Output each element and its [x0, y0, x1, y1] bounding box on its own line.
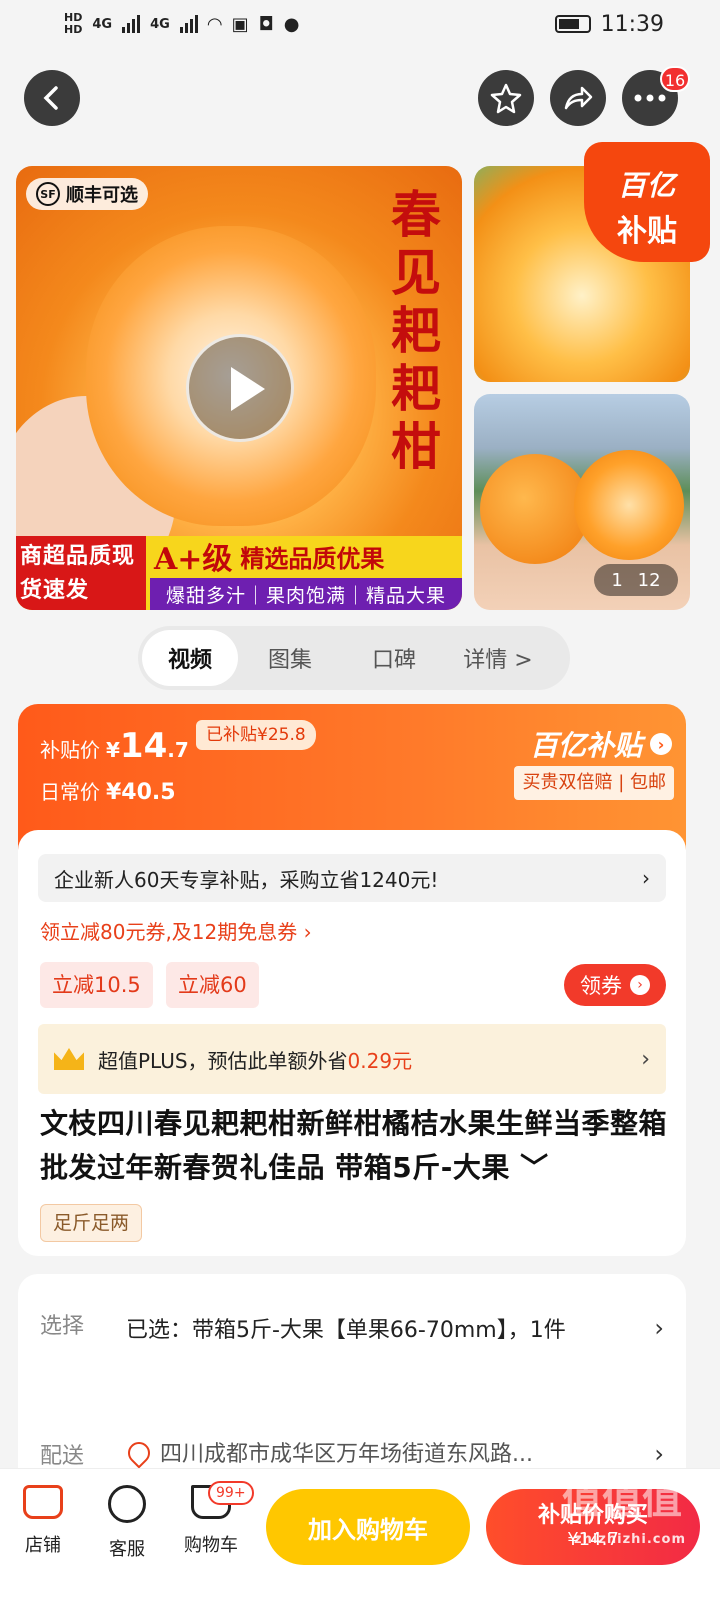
watermark-logo: 值值值 — [562, 1477, 682, 1523]
share-button[interactable] — [550, 70, 606, 126]
service-button[interactable]: 客服 — [92, 1485, 162, 1561]
subsidized-tag: 已补贴¥25.8 — [196, 720, 316, 750]
product-title[interactable]: 文枝四川春见耙耙柑新鲜柑橘桔水果生鲜当季整箱批发过年新春贺礼佳品 带箱5斤-大果… — [40, 1102, 670, 1190]
banner-left: 商超品质现货速发 — [16, 536, 146, 610]
subsidy-badge: 百亿 补贴 — [584, 142, 710, 262]
image-counter: 1 12 — [594, 564, 678, 596]
tab-reviews[interactable]: 口碑 — [342, 630, 446, 686]
discount-chip: 立减60 — [166, 962, 259, 1008]
star-icon — [490, 83, 522, 114]
clock: 11:39 — [600, 11, 664, 37]
cart-count-badge: 99+ — [208, 1481, 254, 1505]
price-promise: 买贵双倍赔 | 包邮 — [514, 766, 674, 800]
sf-express-badge: SF 顺丰可选 — [26, 178, 148, 210]
tab-video[interactable]: 视频 — [142, 630, 238, 686]
bottom-bar: 店铺 客服 购物车 99+ 加入购物车 补贴价购买 ¥14.7 值值值 zhiz… — [0, 1468, 720, 1600]
watermark: zhizhizhi.com — [574, 1532, 686, 1547]
network-label-2: 4G — [150, 16, 170, 32]
get-coupon-button[interactable]: 领券 › — [564, 964, 666, 1006]
gift-icon: ▣ — [231, 13, 249, 35]
tab-gallery[interactable]: 图集 — [238, 630, 342, 686]
chevron-right-icon: › — [642, 866, 650, 890]
buy-now-button[interactable]: 补贴价购买 ¥14.7 值值值 zhizhizhi.com — [486, 1477, 700, 1565]
store-button[interactable]: 店铺 — [8, 1485, 78, 1557]
back-button[interactable] — [24, 70, 80, 126]
battery-icon — [554, 15, 591, 33]
add-to-cart-button[interactable]: 加入购物车 — [266, 1489, 470, 1565]
delivery-address[interactable]: 四川成都市成华区万年场街道东风路... — [160, 1436, 630, 1468]
brand-link[interactable]: 百亿补贴 › — [530, 724, 672, 764]
banner-bottom: 爆甜多汁｜果肉饱满｜精品大果 — [150, 578, 462, 610]
product-page: HD HD 4G 4G ◠ ▣ ◘ ● 11:39 16 SF 顺丰可选 春见耙… — [0, 0, 720, 1600]
chevron-left-icon — [43, 86, 58, 110]
favorite-button[interactable] — [478, 70, 534, 126]
chevron-right-icon: › — [630, 975, 650, 995]
new-user-banner[interactable]: 企业新人60天专享补贴，采购立省1240元! › — [38, 854, 666, 902]
chevron-right-icon[interactable]: › — [654, 1440, 664, 1468]
delivery-label: 配送 — [40, 1444, 85, 1469]
tab-details[interactable]: 详情 > — [446, 630, 550, 686]
message-count-badge: 16 — [660, 66, 690, 92]
store-icon — [23, 1485, 63, 1519]
status-bar: HD HD 4G 4G ◠ ▣ ◘ ● 11:39 — [0, 0, 720, 48]
hd-indicator: HD HD — [64, 11, 83, 36]
discount-chip: 立减10.5 — [40, 962, 153, 1008]
selected-spec[interactable]: 已选：带箱5斤-大果【单果66-70mm】，1件 — [126, 1308, 646, 1354]
share-icon — [564, 86, 593, 110]
message-icon: ◘ — [258, 13, 274, 35]
vertical-title: 春见耙耙柑 — [391, 185, 441, 476]
signal-icon-2 — [179, 15, 198, 33]
chevron-right-icon[interactable]: › — [654, 1314, 664, 1342]
location-icon — [123, 1437, 155, 1469]
select-label: 选择 — [40, 1314, 85, 1339]
banner-grade: A+级 精选品质优果 — [154, 542, 385, 577]
chevron-right-icon: › — [641, 1046, 650, 1072]
more-icon — [634, 94, 666, 102]
product-video[interactable]: SF 顺丰可选 春见耙耙柑 商超品质现货速发 A+级 精选品质优果 爆甜多汁｜果… — [16, 166, 462, 610]
subsidy-price: 补贴价 ¥ 14 .7 — [40, 726, 189, 766]
service-icon — [108, 1485, 146, 1523]
plus-banner[interactable]: 超值PLUS，预估此单额外省 0.29元 › — [38, 1024, 666, 1094]
play-icon[interactable] — [186, 334, 294, 442]
sf-icon: SF — [36, 182, 60, 206]
wifi-icon: ◠ — [207, 13, 222, 35]
crown-icon — [54, 1048, 84, 1070]
coupon-link[interactable]: 领立减80元券,及12期免息券 › — [40, 916, 312, 945]
product-tag: 足斤足两 — [40, 1204, 143, 1242]
regular-price: 日常价 ¥40.5 — [40, 780, 176, 805]
signal-icon — [122, 15, 141, 33]
wechat-icon: ● — [283, 13, 300, 35]
promo-card: 企业新人60天专享补贴，采购立省1240元! › 领立减80元券,及12期免息券… — [18, 830, 686, 1256]
chevron-right-icon: › — [650, 733, 672, 755]
media-tabs: 视频 图集 口碑 详情 > — [138, 626, 570, 690]
network-label: 4G — [92, 16, 113, 32]
